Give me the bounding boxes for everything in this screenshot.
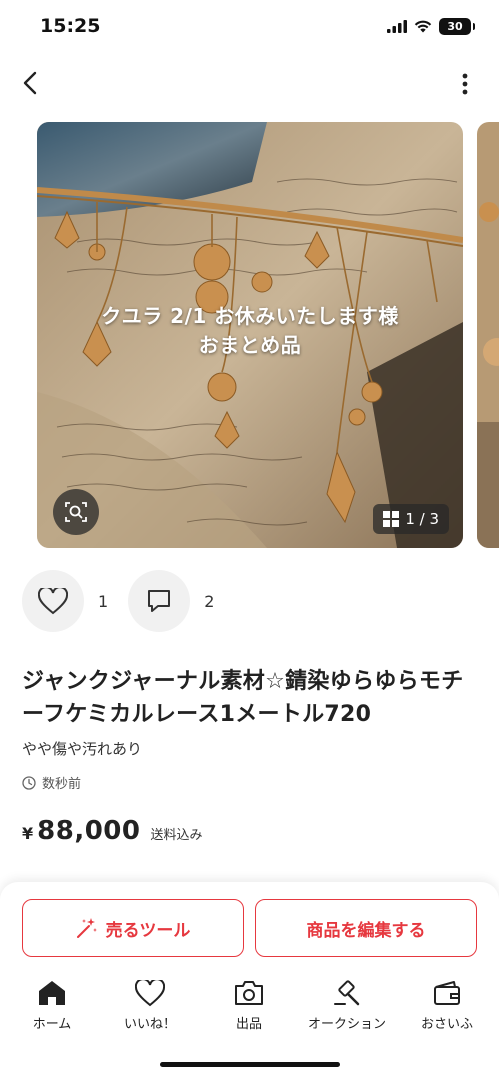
status-icons: 30 bbox=[387, 18, 475, 35]
shipping-note: 送料込み bbox=[150, 828, 203, 843]
item-condition: やや傷や汚れあり bbox=[22, 740, 143, 758]
edit-item-label: 商品を編集する bbox=[306, 920, 426, 941]
comments-count: 2 bbox=[204, 591, 215, 611]
product-image[interactable]: クユラ 2/1 お休みいたします様 おまとめ品 1 / 3 bbox=[37, 122, 463, 548]
image-counter: 1 / 3 bbox=[405, 510, 439, 528]
back-button[interactable] bbox=[14, 66, 46, 100]
tab-wallet-label: おさいふ bbox=[420, 1017, 473, 1032]
photo-overlay-text: クユラ 2/1 お休みいたします様 おまとめ品 bbox=[37, 302, 463, 360]
tab-sell-label: 出品 bbox=[235, 1017, 262, 1032]
home-indicator bbox=[160, 1062, 340, 1067]
home-icon bbox=[39, 981, 65, 1005]
wifi-icon bbox=[414, 20, 432, 33]
sell-tool-label: 売るツール bbox=[105, 920, 191, 941]
tab-home[interactable]: ホーム bbox=[2, 978, 102, 1032]
edit-item-button[interactable]: 商品を編集する bbox=[255, 899, 477, 957]
posted-time: 数秒前 bbox=[22, 773, 81, 792]
tab-auction[interactable]: オークション bbox=[297, 978, 397, 1032]
comment-button[interactable] bbox=[128, 570, 191, 632]
heart-icon bbox=[135, 979, 165, 1006]
tab-likes[interactable]: いいね！ bbox=[100, 978, 200, 1032]
image-search-button[interactable] bbox=[53, 489, 99, 535]
tab-wallet[interactable]: おさいふ bbox=[397, 978, 497, 1032]
image-search-icon bbox=[65, 502, 87, 522]
overlay-line-1: クユラ 2/1 お休みいたします様 bbox=[101, 304, 399, 328]
next-image-preview[interactable] bbox=[477, 122, 499, 548]
grid-icon bbox=[383, 511, 400, 527]
camera-icon bbox=[235, 981, 263, 1005]
status-bar: 15:25 30 bbox=[0, 0, 499, 56]
more-button[interactable] bbox=[451, 68, 479, 100]
sparkle-wand-icon bbox=[76, 918, 97, 938]
heart-icon bbox=[38, 587, 68, 614]
likes-count: 1 bbox=[98, 591, 109, 611]
sell-tool-button[interactable]: 売るツール bbox=[22, 899, 244, 957]
clock-icon bbox=[22, 775, 36, 790]
like-button[interactable] bbox=[22, 570, 84, 632]
signal-icon bbox=[387, 20, 407, 33]
wallet-icon bbox=[434, 981, 460, 1005]
bottom-panel: 売るツール 商品を編集する ホーム いいね！ 出品 オークション おさいふ bbox=[0, 882, 499, 1080]
tab-home-label: ホーム bbox=[32, 1017, 72, 1032]
status-time: 15:25 bbox=[40, 15, 101, 37]
comment-icon bbox=[148, 590, 171, 612]
tab-sell[interactable]: 出品 bbox=[199, 978, 299, 1032]
image-counter-badge: 1 / 3 bbox=[373, 504, 449, 534]
battery-level: 30 bbox=[447, 20, 463, 33]
chevron-left-icon bbox=[23, 71, 37, 95]
price: ¥ 88,000 送料込み bbox=[22, 816, 203, 846]
tab-likes-label: いいね！ bbox=[123, 1017, 176, 1032]
item-title: ジャンクジャーナル素材☆錆染ゆらゆらモチーフケミカルレース1メートル720 bbox=[22, 669, 464, 727]
gavel-icon bbox=[334, 980, 360, 1006]
next-image-thumb bbox=[477, 122, 499, 548]
overlay-line-2: おまとめ品 bbox=[198, 333, 302, 357]
more-vertical-icon bbox=[462, 73, 468, 95]
tab-bar: ホーム いいね！ 出品 オークション おさいふ bbox=[0, 978, 499, 1040]
nav-bar bbox=[0, 60, 499, 106]
posted-time-text: 数秒前 bbox=[42, 777, 82, 792]
engagement-row: 1 2 bbox=[22, 570, 234, 632]
tab-auction-label: オークション bbox=[307, 1017, 386, 1032]
battery-icon: 30 bbox=[439, 18, 475, 35]
price-currency: ¥ bbox=[22, 824, 34, 843]
price-value: 88,000 bbox=[37, 816, 141, 846]
